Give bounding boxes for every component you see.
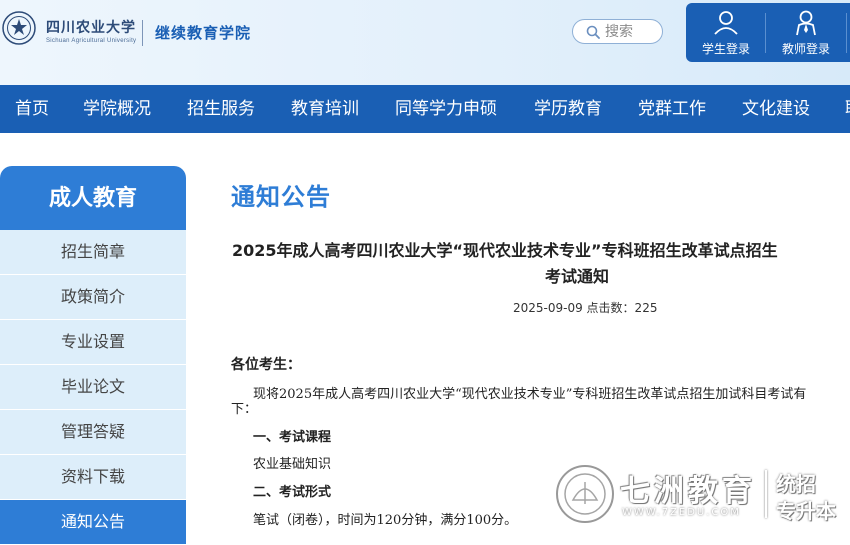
- article-meta: 2025-09-09 点击数：225: [513, 301, 658, 315]
- watermark-seal-icon: [556, 465, 614, 523]
- article-intro-continued: 下：: [231, 402, 258, 417]
- student-user-icon: [714, 11, 738, 35]
- student-login-button[interactable]: 学生登录: [686, 3, 766, 62]
- search-icon[interactable]: [586, 25, 600, 39]
- student-login-label: 学生登录: [701, 42, 750, 56]
- main-nav: 首页 学院概况 招生服务 教育培训 同等学力申硕 学历教育 党群工作 文化建设 …: [0, 85, 850, 133]
- article-title: 2025年成人高考四川农业大学“现代农业技术专业”专科班招生改革试点招生: [232, 241, 778, 260]
- nav-item-equivalent-degree[interactable]: 同等学力申硕: [395, 85, 497, 133]
- sidebar-item-policy[interactable]: 政策简介: [0, 275, 186, 320]
- teacher-login-button[interactable]: 教师登录: [766, 3, 846, 62]
- teacher-user-icon: [796, 10, 816, 36]
- nav-item-training[interactable]: 教育培训: [291, 85, 359, 133]
- nav-item-overflow[interactable]: 联: [845, 85, 850, 133]
- nav-item-degree-education[interactable]: 学历教育: [534, 85, 602, 133]
- nav-item-home[interactable]: 首页: [15, 85, 49, 133]
- sidebar-item-thesis[interactable]: 毕业论文: [0, 365, 186, 410]
- login-divider: [846, 13, 847, 53]
- watermark-name: 七洲教育: [620, 474, 756, 509]
- sidebar-item-faq[interactable]: 管理答疑: [0, 410, 186, 455]
- heading-exam-form: 二、考试形式: [253, 485, 332, 500]
- nav-item-culture[interactable]: 文化建设: [742, 85, 810, 133]
- section-title: 通知公告: [231, 183, 331, 211]
- exam-course-text: 农业基础知识: [253, 457, 332, 472]
- article-intro: 现将2025年成人高考四川农业大学“现代农业技术专业”专科班招生改革试点招生加试…: [253, 387, 807, 402]
- logo-divider: [142, 20, 143, 46]
- sidebar-title: 成人教育: [0, 166, 186, 230]
- article-greeting: 各位考生：: [231, 357, 301, 373]
- sidebar-item-majors[interactable]: 专业设置: [0, 320, 186, 365]
- login-panel: 学生登录 教师登录: [686, 3, 850, 62]
- sidebar-item-downloads[interactable]: 资料下载: [0, 455, 186, 500]
- watermark-divider: [765, 470, 767, 518]
- heading-exam-course: 一、考试课程: [253, 430, 332, 445]
- sidebar-item-enrollment-guide[interactable]: 招生简章: [0, 230, 186, 275]
- exam-form-text: 笔试（闭卷），时间为120分钟，满分100分。: [253, 513, 518, 528]
- nav-item-party-work[interactable]: 党群工作: [638, 85, 706, 133]
- article-title-continued: 考试通知: [545, 267, 610, 286]
- university-english-name: Sichuan Agricultural University: [46, 38, 137, 44]
- watermark-tag-line1: 统招: [776, 472, 816, 496]
- search-box[interactable]: [572, 19, 663, 44]
- nav-item-about[interactable]: 学院概况: [83, 85, 151, 133]
- nav-item-admissions[interactable]: 招生服务: [187, 85, 255, 133]
- watermark-url: WWW.7ZEDU.COM: [622, 507, 741, 518]
- university-name[interactable]: 四川农业大学: [46, 17, 136, 37]
- site-header: 四川农业大学 Sichuan Agricultural University 继…: [0, 0, 850, 85]
- university-seal-icon[interactable]: [2, 11, 36, 45]
- search-input[interactable]: [605, 22, 659, 41]
- teacher-login-label: 教师登录: [781, 42, 830, 56]
- college-name[interactable]: 继续教育学院: [155, 22, 251, 43]
- watermark-tag-line2: 专升本: [776, 499, 836, 523]
- sidebar-item-notices[interactable]: 通知公告: [0, 500, 186, 545]
